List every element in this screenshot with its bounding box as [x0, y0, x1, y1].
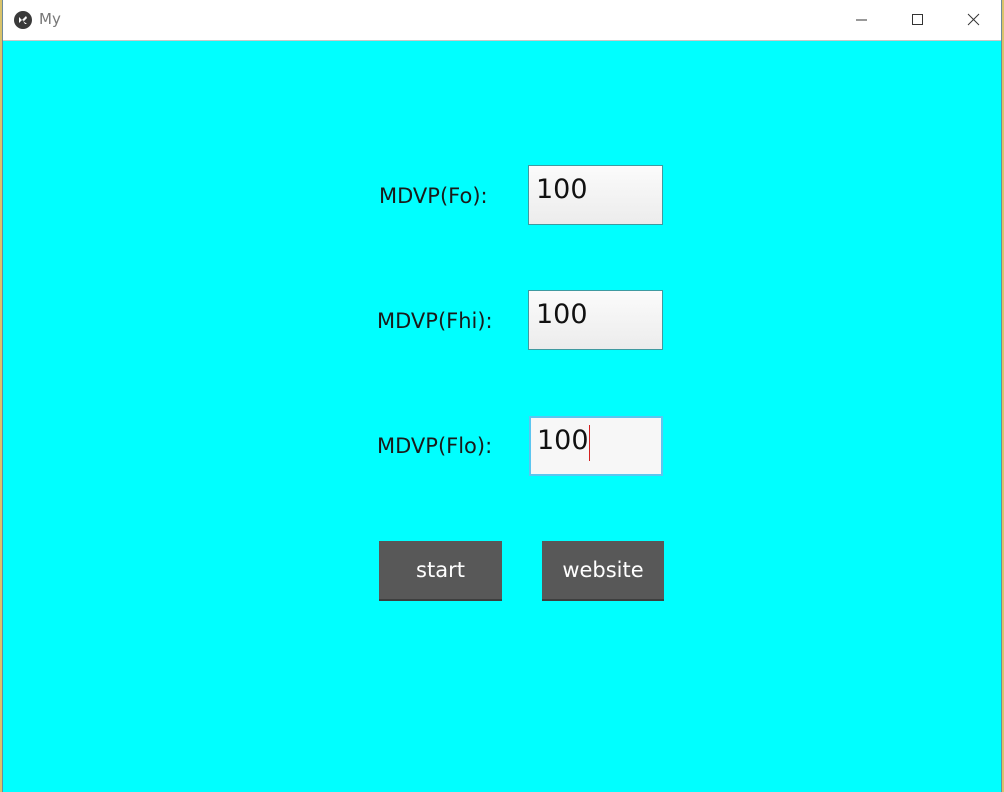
input-flo[interactable]: 100 [529, 416, 663, 476]
kivy-logo-icon [14, 11, 32, 29]
close-button[interactable] [945, 0, 1001, 40]
field-label-flo: MDVP(Flo): [377, 434, 493, 458]
title-bar[interactable]: My [3, 0, 1001, 41]
app-window: My MDVP(Fo): 100 MDVP(Fhi): 100 MDVP(Flo… [3, 0, 1001, 792]
input-fhi-value: 100 [536, 299, 588, 330]
text-caret [589, 425, 590, 461]
input-fo[interactable]: 100 [528, 165, 663, 225]
close-icon [967, 13, 980, 26]
website-button[interactable]: website [542, 541, 664, 601]
field-label-fo: MDVP(Fo): [379, 184, 488, 208]
minimize-button[interactable] [833, 0, 889, 40]
input-fhi[interactable]: 100 [528, 290, 663, 350]
field-label-fhi: MDVP(Fhi): [377, 309, 493, 333]
start-button[interactable]: start [379, 541, 502, 601]
minimize-icon [856, 19, 867, 21]
form-area: MDVP(Fo): 100 MDVP(Fhi): 100 MDVP(Flo): … [3, 41, 1001, 792]
input-flo-value: 100 [537, 425, 589, 456]
maximize-button[interactable] [889, 0, 945, 40]
maximize-icon [912, 14, 923, 25]
window-title: My [39, 10, 61, 28]
input-fo-value: 100 [536, 174, 588, 205]
